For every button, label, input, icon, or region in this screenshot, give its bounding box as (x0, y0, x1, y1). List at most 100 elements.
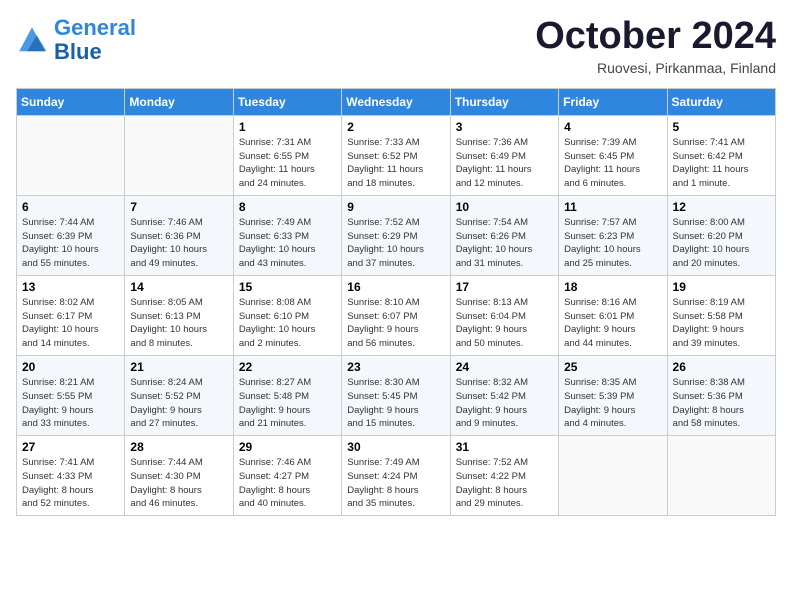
day-info: Sunrise: 7:49 AM Sunset: 6:33 PM Dayligh… (239, 216, 336, 271)
logo-text: General Blue (54, 16, 136, 64)
day-info: Sunrise: 8:35 AM Sunset: 5:39 PM Dayligh… (564, 376, 661, 431)
day-number: 7 (130, 200, 227, 214)
logo-icon (16, 24, 48, 56)
calendar-cell: 7 Sunrise: 7:46 AM Sunset: 6:36 PM Daylig… (125, 195, 233, 275)
day-number: 4 (564, 120, 661, 134)
calendar-cell: 16 Sunrise: 8:10 AM Sunset: 6:07 PM Dayli… (342, 275, 450, 355)
weekday-header: Sunday (17, 88, 125, 115)
day-info: Sunrise: 8:00 AM Sunset: 6:20 PM Dayligh… (673, 216, 770, 271)
day-number: 12 (673, 200, 770, 214)
day-info: Sunrise: 8:02 AM Sunset: 6:17 PM Dayligh… (22, 296, 119, 351)
weekday-header: Friday (559, 88, 667, 115)
calendar-cell (17, 115, 125, 195)
calendar-cell: 6 Sunrise: 7:44 AM Sunset: 6:39 PM Daylig… (17, 195, 125, 275)
calendar-cell: 3Sunrise: 7:36 AM Sunset: 6:49 PM Daylig… (450, 115, 558, 195)
calendar-week-row: 20 Sunrise: 8:21 AM Sunset: 5:55 PM Dayli… (17, 355, 776, 435)
calendar-week-row: 6 Sunrise: 7:44 AM Sunset: 6:39 PM Daylig… (17, 195, 776, 275)
calendar-cell: 13 Sunrise: 8:02 AM Sunset: 6:17 PM Dayli… (17, 275, 125, 355)
day-number: 11 (564, 200, 661, 214)
calendar-cell: 21 Sunrise: 8:24 AM Sunset: 5:52 PM Dayli… (125, 355, 233, 435)
weekday-header: Saturday (667, 88, 775, 115)
day-number: 9 (347, 200, 444, 214)
day-number: 22 (239, 360, 336, 374)
calendar-cell: 30Sunrise: 7:49 AM Sunset: 4:24 PM Dayli… (342, 436, 450, 516)
calendar-cell: 4 Sunrise: 7:39 AM Sunset: 6:45 PM Daylig… (559, 115, 667, 195)
day-info: Sunrise: 8:05 AM Sunset: 6:13 PM Dayligh… (130, 296, 227, 351)
day-number: 31 (456, 440, 553, 454)
weekday-header-row: SundayMondayTuesdayWednesdayThursdayFrid… (17, 88, 776, 115)
calendar-cell: 10Sunrise: 7:54 AM Sunset: 6:26 PM Dayli… (450, 195, 558, 275)
title-block: October 2024 Ruovesi, Pirkanmaa, Finland (535, 16, 776, 76)
day-number: 16 (347, 280, 444, 294)
day-info: Sunrise: 8:08 AM Sunset: 6:10 PM Dayligh… (239, 296, 336, 351)
day-info: Sunrise: 7:39 AM Sunset: 6:45 PM Dayligh… (564, 136, 661, 191)
day-number: 28 (130, 440, 227, 454)
location-subtitle: Ruovesi, Pirkanmaa, Finland (535, 60, 776, 76)
day-number: 1 (239, 120, 336, 134)
day-number: 5 (673, 120, 770, 134)
day-number: 25 (564, 360, 661, 374)
day-number: 13 (22, 280, 119, 294)
day-info: Sunrise: 7:57 AM Sunset: 6:23 PM Dayligh… (564, 216, 661, 271)
day-number: 3 (456, 120, 553, 134)
weekday-header: Thursday (450, 88, 558, 115)
day-info: Sunrise: 8:32 AM Sunset: 5:42 PM Dayligh… (456, 376, 553, 431)
day-info: Sunrise: 8:30 AM Sunset: 5:45 PM Dayligh… (347, 376, 444, 431)
day-number: 21 (130, 360, 227, 374)
calendar-cell: 20 Sunrise: 8:21 AM Sunset: 5:55 PM Dayli… (17, 355, 125, 435)
day-info: Sunrise: 7:33 AM Sunset: 6:52 PM Dayligh… (347, 136, 444, 191)
day-info: Sunrise: 8:27 AM Sunset: 5:48 PM Dayligh… (239, 376, 336, 431)
calendar-cell: 29 Sunrise: 7:46 AM Sunset: 4:27 PM Dayli… (233, 436, 341, 516)
calendar-cell: 28Sunrise: 7:44 AM Sunset: 4:30 PM Dayli… (125, 436, 233, 516)
day-info: Sunrise: 7:54 AM Sunset: 6:26 PM Dayligh… (456, 216, 553, 271)
day-number: 27 (22, 440, 119, 454)
day-info: Sunrise: 7:41 AM Sunset: 6:42 PM Dayligh… (673, 136, 770, 191)
day-number: 8 (239, 200, 336, 214)
day-info: Sunrise: 7:46 AM Sunset: 6:36 PM Dayligh… (130, 216, 227, 271)
calendar-cell: 22 Sunrise: 8:27 AM Sunset: 5:48 PM Dayli… (233, 355, 341, 435)
day-info: Sunrise: 7:31 AM Sunset: 6:55 PM Dayligh… (239, 136, 336, 191)
month-title: October 2024 (535, 16, 776, 58)
calendar-cell: 31Sunrise: 7:52 AM Sunset: 4:22 PM Dayli… (450, 436, 558, 516)
calendar-cell: 23 Sunrise: 8:30 AM Sunset: 5:45 PM Dayli… (342, 355, 450, 435)
calendar-cell: 5 Sunrise: 7:41 AM Sunset: 6:42 PM Daylig… (667, 115, 775, 195)
day-info: Sunrise: 7:44 AM Sunset: 6:39 PM Dayligh… (22, 216, 119, 271)
calendar-cell: 25 Sunrise: 8:35 AM Sunset: 5:39 PM Dayli… (559, 355, 667, 435)
day-number: 17 (456, 280, 553, 294)
calendar-cell (667, 436, 775, 516)
day-number: 15 (239, 280, 336, 294)
calendar-cell: 17 Sunrise: 8:13 AM Sunset: 6:04 PM Dayli… (450, 275, 558, 355)
day-info: Sunrise: 8:21 AM Sunset: 5:55 PM Dayligh… (22, 376, 119, 431)
calendar-cell: 2 Sunrise: 7:33 AM Sunset: 6:52 PM Daylig… (342, 115, 450, 195)
day-number: 26 (673, 360, 770, 374)
day-number: 14 (130, 280, 227, 294)
calendar-cell: 24 Sunrise: 8:32 AM Sunset: 5:42 PM Dayli… (450, 355, 558, 435)
calendar-cell: 9 Sunrise: 7:52 AM Sunset: 6:29 PM Daylig… (342, 195, 450, 275)
day-number: 19 (673, 280, 770, 294)
day-info: Sunrise: 8:24 AM Sunset: 5:52 PM Dayligh… (130, 376, 227, 431)
day-info: Sunrise: 7:46 AM Sunset: 4:27 PM Dayligh… (239, 456, 336, 511)
calendar-week-row: 1 Sunrise: 7:31 AM Sunset: 6:55 PM Daylig… (17, 115, 776, 195)
weekday-header: Tuesday (233, 88, 341, 115)
page-header: General Blue October 2024 Ruovesi, Pirka… (16, 16, 776, 76)
day-info: Sunrise: 7:52 AM Sunset: 6:29 PM Dayligh… (347, 216, 444, 271)
day-number: 2 (347, 120, 444, 134)
calendar-week-row: 13 Sunrise: 8:02 AM Sunset: 6:17 PM Dayli… (17, 275, 776, 355)
day-info: Sunrise: 8:16 AM Sunset: 6:01 PM Dayligh… (564, 296, 661, 351)
day-number: 24 (456, 360, 553, 374)
day-number: 18 (564, 280, 661, 294)
day-info: Sunrise: 8:10 AM Sunset: 6:07 PM Dayligh… (347, 296, 444, 351)
day-number: 20 (22, 360, 119, 374)
day-info: Sunrise: 8:13 AM Sunset: 6:04 PM Dayligh… (456, 296, 553, 351)
day-info: Sunrise: 7:49 AM Sunset: 4:24 PM Dayligh… (347, 456, 444, 511)
calendar-table: SundayMondayTuesdayWednesdayThursdayFrid… (16, 88, 776, 516)
calendar-cell: 12 Sunrise: 8:00 AM Sunset: 6:20 PM Dayli… (667, 195, 775, 275)
calendar-cell: 8 Sunrise: 7:49 AM Sunset: 6:33 PM Daylig… (233, 195, 341, 275)
day-info: Sunrise: 7:41 AM Sunset: 4:33 PM Dayligh… (22, 456, 119, 511)
day-number: 23 (347, 360, 444, 374)
day-info: Sunrise: 8:38 AM Sunset: 5:36 PM Dayligh… (673, 376, 770, 431)
calendar-cell: 14 Sunrise: 8:05 AM Sunset: 6:13 PM Dayli… (125, 275, 233, 355)
day-number: 29 (239, 440, 336, 454)
calendar-cell: 19Sunrise: 8:19 AM Sunset: 5:58 PM Dayli… (667, 275, 775, 355)
day-number: 6 (22, 200, 119, 214)
